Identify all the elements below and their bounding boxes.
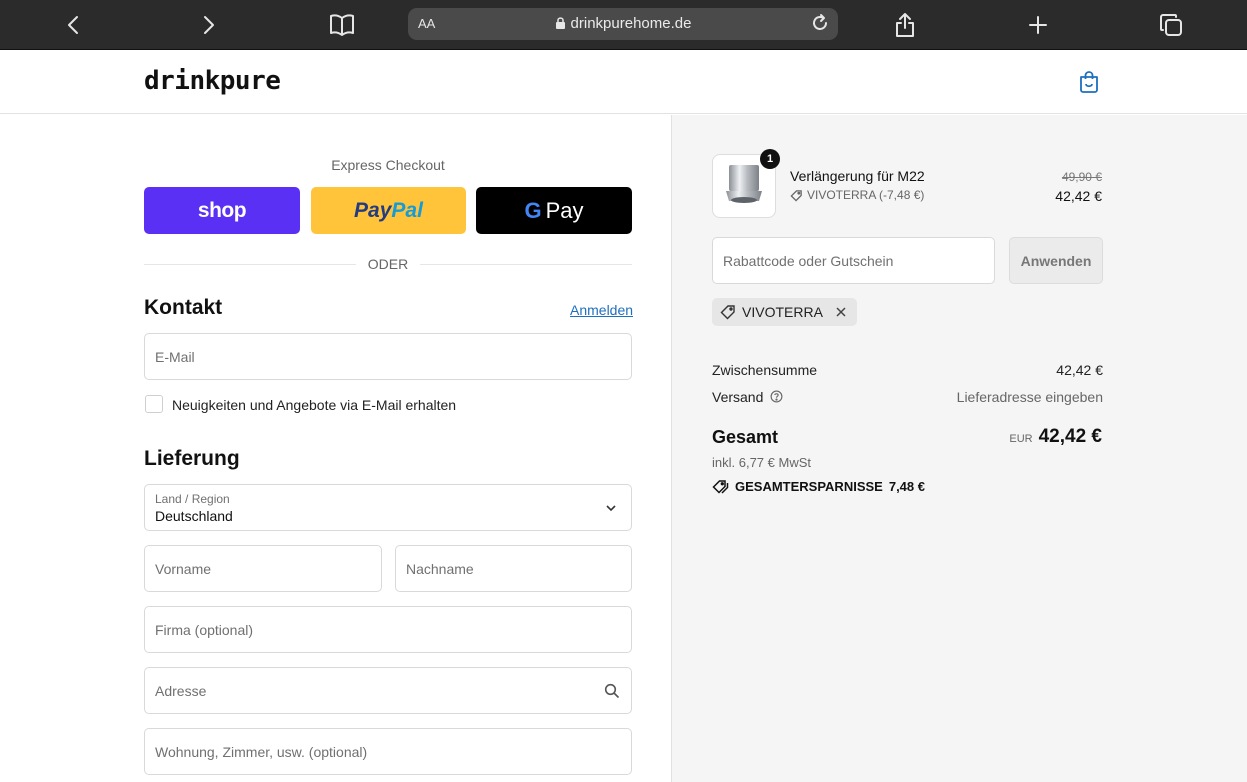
- discounted-price: 42,42 €: [1055, 188, 1102, 204]
- share-icon[interactable]: [890, 10, 920, 40]
- product-name: Verlängerung für M22: [790, 168, 925, 184]
- discount-code-input[interactable]: Rabattcode oder Gutschein: [712, 237, 995, 284]
- country-select[interactable]: Land / Region Deutschland: [144, 484, 632, 531]
- company-field[interactable]: Firma (optional): [144, 606, 632, 653]
- chevron-down-icon: [606, 505, 616, 512]
- paypal-button[interactable]: Pay Pal: [311, 187, 466, 234]
- address-field[interactable]: Adresse: [144, 667, 632, 714]
- lock-icon: [555, 17, 565, 29]
- email-placeholder: E-Mail: [155, 349, 195, 365]
- newsletter-label[interactable]: Neuigkeiten und Angebote via E-Mail erha…: [172, 397, 456, 413]
- last-name-field[interactable]: Nachname: [395, 545, 632, 592]
- login-link[interactable]: Anmelden: [570, 302, 633, 318]
- shipping-value: Lieferadresse eingeben: [956, 389, 1103, 405]
- bookmarks-icon[interactable]: [327, 10, 357, 40]
- tag-icon: [720, 305, 735, 320]
- newsletter-checkbox[interactable]: [145, 395, 163, 413]
- reload-icon[interactable]: [810, 13, 830, 38]
- subtotal-value: 42,42 €: [1056, 362, 1103, 378]
- forward-icon[interactable]: [193, 10, 223, 40]
- paypal-label-part1: Pay: [354, 198, 392, 222]
- shopping-bag-icon[interactable]: [1078, 70, 1100, 99]
- back-icon[interactable]: [59, 10, 89, 40]
- total-savings: GESAMTERSPARNISSE 7,48 €: [712, 479, 925, 494]
- savings-tag-icon: [712, 480, 729, 494]
- total-value: EUR 42,42 €: [1009, 426, 1102, 448]
- email-field[interactable]: E-Mail: [144, 333, 632, 380]
- search-icon[interactable]: [604, 683, 620, 699]
- google-pay-button[interactable]: G Pay: [476, 187, 632, 234]
- last-name-placeholder: Nachname: [406, 561, 474, 577]
- shop-header: drinkpure: [0, 50, 1247, 114]
- subtotal-row: Zwischensumme 42,42 €: [712, 362, 1103, 378]
- apartment-placeholder: Wohnung, Zimmer, usw. (optional): [155, 744, 368, 760]
- total-amount: 42,42 €: [1038, 426, 1102, 447]
- help-icon[interactable]: [770, 390, 783, 403]
- applied-discount-tag: VIVOTERRA: [712, 298, 857, 326]
- paypal-label-part2: Pal: [391, 198, 423, 222]
- product-discount: VIVOTERRA (-7,48 €): [790, 188, 924, 202]
- country-label: Land / Region: [155, 492, 230, 506]
- apply-discount-button[interactable]: Anwenden: [1009, 237, 1103, 284]
- tag-icon: [790, 189, 802, 202]
- currency-code: EUR: [1009, 433, 1033, 445]
- express-checkout-label: Express Checkout: [331, 157, 445, 173]
- shop-pay-label: shop: [197, 198, 247, 222]
- new-tab-icon[interactable]: [1023, 10, 1053, 40]
- browser-toolbar: AA drinkpurehome.de: [0, 0, 1247, 50]
- delivery-heading: Lieferung: [144, 447, 240, 470]
- apartment-field[interactable]: Wohnung, Zimmer, usw. (optional): [144, 728, 632, 775]
- subtotal-label: Zwischensumme: [712, 362, 818, 378]
- remove-discount-icon[interactable]: [835, 306, 847, 318]
- savings-value: 7,48 €: [888, 479, 925, 494]
- contact-heading: Kontakt: [144, 296, 223, 319]
- applied-discount-code: VIVOTERRA: [742, 304, 823, 320]
- product-discount-text: VIVOTERRA (-7,48 €): [807, 188, 925, 202]
- shop-logo[interactable]: drinkpure: [144, 66, 281, 96]
- checkout-form: Express Checkout shop Pay Pal G Pay ODER K…: [0, 115, 671, 782]
- tax-note: inkl. 6,77 € MwSt: [712, 455, 811, 470]
- first-name-placeholder: Vorname: [155, 561, 212, 577]
- google-pay-label: Pay: [545, 197, 584, 223]
- url-text: drinkpurehome.de: [570, 15, 692, 32]
- address-placeholder: Adresse: [155, 683, 207, 699]
- google-g-icon: G: [524, 197, 542, 223]
- savings-label: GESAMTERSPARNISSE: [735, 479, 883, 494]
- first-name-field[interactable]: Vorname: [144, 545, 382, 592]
- tabs-overview-icon[interactable]: [1156, 10, 1186, 40]
- shipping-row: Versand Lieferadresse eingeben: [712, 389, 1103, 405]
- shop-pay-button[interactable]: shop: [144, 187, 300, 234]
- or-separator: ODER: [356, 256, 420, 272]
- total-label: Gesamt: [712, 427, 779, 447]
- discount-code-placeholder: Rabattcode oder Gutschein: [723, 253, 894, 269]
- company-placeholder: Firma (optional): [155, 622, 254, 638]
- order-summary: 1 Verlängerung für M22 VIVOTERRA (-7,48 …: [671, 115, 1247, 782]
- country-value: Deutschland: [155, 508, 233, 524]
- original-price: 49,90 €: [1061, 170, 1102, 184]
- address-bar[interactable]: AA drinkpurehome.de: [408, 8, 838, 40]
- shipping-label: Versand: [712, 389, 764, 405]
- quantity-badge: 1: [760, 149, 780, 169]
